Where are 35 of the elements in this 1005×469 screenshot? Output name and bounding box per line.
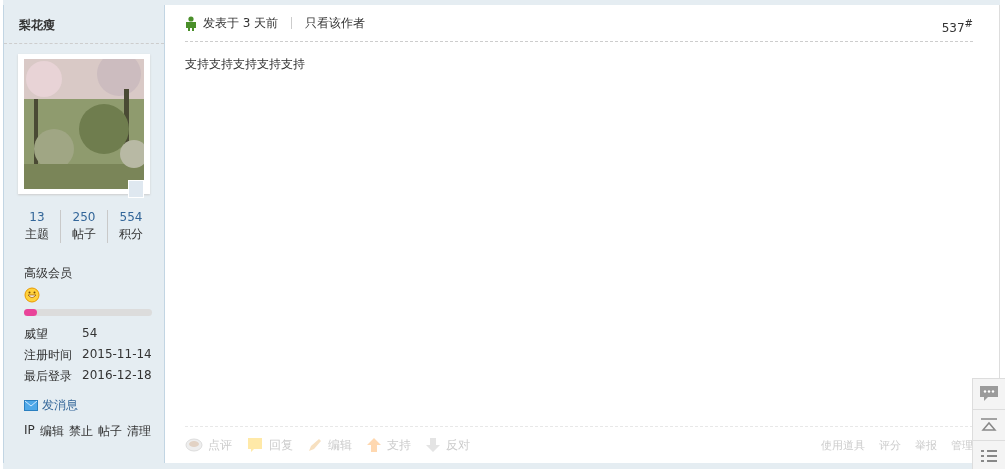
speech-bubble-icon xyxy=(246,437,264,453)
stat-label: 帖子 xyxy=(72,226,96,243)
post-body: 支持支持支持支持支持 xyxy=(185,56,306,73)
profile-label: 注册时间 xyxy=(24,347,73,364)
profile-value: 2015-11-14 xyxy=(82,347,153,363)
post-time: 发表于 3 天前 xyxy=(203,14,279,32)
admin-link[interactable]: 清理 xyxy=(126,423,151,440)
stat-value[interactable]: 250 xyxy=(72,210,96,224)
profile-label: 最后登录 xyxy=(24,368,73,385)
floor-number[interactable]: 537$^{#}$ xyxy=(941,11,973,35)
admin-link[interactable]: 帖子 xyxy=(97,423,122,440)
author-name[interactable]: 梨花瘦 xyxy=(4,5,164,44)
stat-label: 主题 xyxy=(25,226,49,243)
person-icon xyxy=(185,15,197,31)
admin-link[interactable]: 编辑 xyxy=(39,423,64,440)
smiley-icon xyxy=(24,287,40,303)
stat-label: 积分 xyxy=(119,226,143,243)
pencil-icon xyxy=(307,438,323,452)
user-group: 高级会员 xyxy=(24,265,164,282)
cup-icon xyxy=(185,438,203,452)
send-message-link[interactable]: 发消息 xyxy=(24,397,164,414)
chat-icon xyxy=(979,385,999,403)
profile-value: 54 xyxy=(82,326,99,342)
list-icon xyxy=(980,449,998,463)
back-to-top-icon xyxy=(980,418,998,432)
stat-value[interactable]: 13 xyxy=(29,210,45,224)
author-only-link[interactable]: 只看该作者 xyxy=(305,14,366,32)
envelope-icon xyxy=(24,400,38,411)
profile-label: 威望 xyxy=(24,326,49,343)
profile-value: 2016-12-18 xyxy=(82,368,153,384)
admin-link[interactable]: IP xyxy=(24,423,35,440)
arrow-up-icon xyxy=(366,437,382,453)
arrow-down-icon xyxy=(425,437,441,453)
admin-link[interactable]: 禁止 xyxy=(68,423,93,440)
stat-value[interactable]: 554 xyxy=(119,210,143,224)
